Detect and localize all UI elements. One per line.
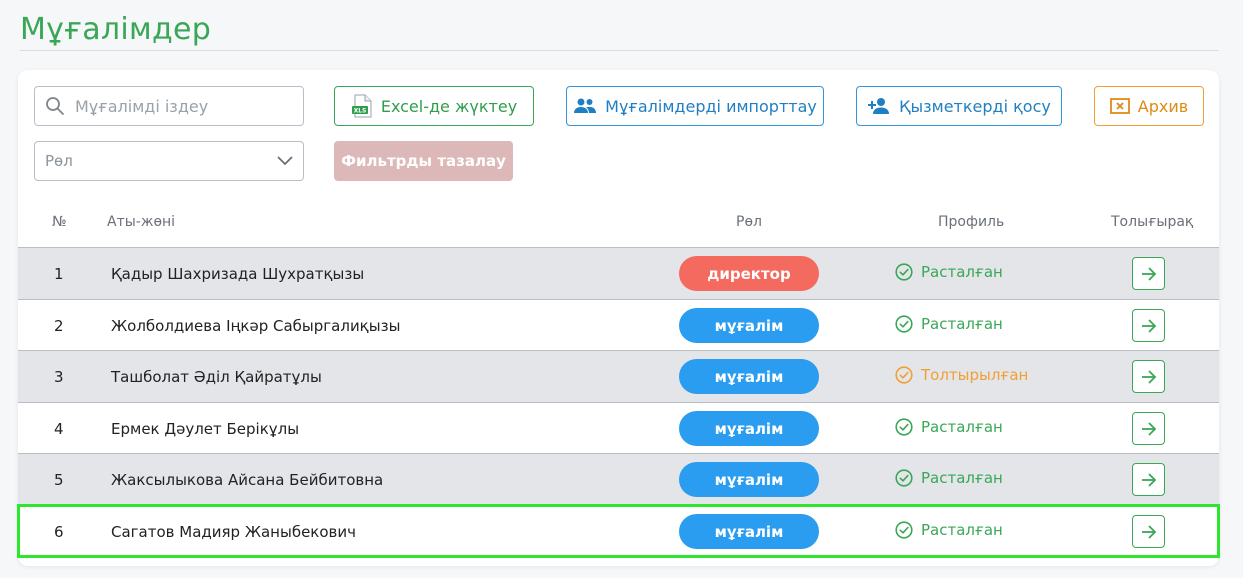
archive-box-icon <box>1109 98 1130 114</box>
arrow-right-icon <box>1141 524 1156 539</box>
search-input[interactable] <box>75 96 295 116</box>
col-name-header: Аты-жөні <box>107 214 176 230</box>
role-filter-placeholder: Рөл <box>45 152 73 170</box>
col-role-header: Рөл <box>736 214 762 230</box>
table-row[interactable]: 3 Ташболат Әділ Қайратұлы мұғалім Толтырылғ… <box>18 350 1219 402</box>
details-button[interactable] <box>1132 360 1165 393</box>
check-circle-icon <box>895 263 913 281</box>
row-number: 6 <box>54 523 64 541</box>
check-circle-icon <box>895 418 913 436</box>
archive-label: Архив <box>1137 96 1189 116</box>
arrow-right-icon <box>1141 318 1156 333</box>
role-badge: мұғалім <box>679 514 819 549</box>
arrow-right-icon <box>1141 369 1156 384</box>
table-row[interactable]: 6 Сагатов Мадияр Жаныбекович мұғалім Растал… <box>17 504 1220 558</box>
teacher-name: Ташболат Әділ Қайратұлы <box>111 368 322 386</box>
col-profile-header: Профиль <box>938 214 1005 230</box>
profile-status: Расталған <box>895 263 1003 281</box>
users-icon <box>574 98 597 113</box>
col-more-header: Толығырақ <box>1111 214 1194 230</box>
details-button[interactable] <box>1132 257 1165 290</box>
profile-status-label: Расталған <box>921 263 1003 281</box>
table-row[interactable]: 5 Жаксылыкова Айсана Бейбитовна мұғалім Рас… <box>18 453 1219 505</box>
role-badge: директор <box>679 256 819 291</box>
row-number: 2 <box>54 317 64 335</box>
teacher-name: Жаксылыкова Айсана Бейбитовна <box>111 471 384 489</box>
profile-status: Расталған <box>895 521 1003 539</box>
details-button[interactable] <box>1132 463 1165 496</box>
add-user-icon <box>868 98 890 114</box>
profile-status: Расталған <box>895 469 1003 487</box>
profile-status: Расталған <box>895 315 1003 333</box>
excel-download-button[interactable]: XLS Excel-де жүктеу <box>334 86 534 126</box>
profile-status-label: Расталған <box>921 469 1003 487</box>
profile-status-label: Толтырылған <box>921 366 1029 384</box>
search-box[interactable] <box>34 86 304 126</box>
row-number: 3 <box>54 368 64 386</box>
teacher-name: Жолболдиева Іңкәр Сабыргалиқызы <box>111 317 401 335</box>
row-number: 5 <box>54 471 64 489</box>
details-button[interactable] <box>1132 515 1165 548</box>
arrow-right-icon <box>1141 266 1156 281</box>
teacher-name: Сагатов Мадияр Жаныбекович <box>111 523 356 541</box>
role-badge: мұғалім <box>679 411 819 446</box>
role-badge: мұғалім <box>679 462 819 497</box>
details-button[interactable] <box>1132 412 1165 445</box>
page-title: Мұғалімдер <box>20 12 212 47</box>
details-button[interactable] <box>1132 309 1165 342</box>
teachers-card: XLS Excel-де жүктеу Мұғалімдерді импортт… <box>17 70 1220 566</box>
check-circle-icon <box>895 366 913 384</box>
svg-text:XLS: XLS <box>353 107 366 114</box>
add-employee-button[interactable]: Қызметкерді қосу <box>856 86 1062 126</box>
table-row[interactable]: 1 Қадыр Шахризада Шухратқызы директор Раста… <box>18 247 1219 299</box>
add-employee-label: Қызметкерді қосу <box>899 96 1051 116</box>
profile-status: Толтырылған <box>895 366 1028 384</box>
arrow-right-icon <box>1141 472 1156 487</box>
row-number: 4 <box>54 420 64 438</box>
arrow-right-icon <box>1141 421 1156 436</box>
xls-file-icon: XLS <box>351 94 372 118</box>
col-num-header: № <box>52 214 67 230</box>
import-teachers-button[interactable]: Мұғалімдерді импорттау <box>566 86 824 126</box>
chevron-down-icon <box>277 156 293 166</box>
search-icon <box>46 97 64 115</box>
clear-filters-button[interactable]: Фильтрды тазалау <box>334 141 513 181</box>
role-badge: мұғалім <box>679 308 819 343</box>
profile-status-label: Расталған <box>921 315 1003 333</box>
teacher-name: Қадыр Шахризада Шухратқызы <box>111 265 365 283</box>
role-badge: мұғалім <box>679 359 819 394</box>
profile-status: Расталған <box>895 418 1003 436</box>
check-circle-icon <box>895 521 913 539</box>
profile-status-label: Расталған <box>921 521 1003 539</box>
check-circle-icon <box>895 469 913 487</box>
table-row[interactable]: 2 Жолболдиева Іңкәр Сабыргалиқызы мұғалім Р… <box>18 299 1219 351</box>
row-number: 1 <box>54 265 64 283</box>
role-filter-select[interactable]: Рөл <box>34 141 304 181</box>
table-header: № Аты-жөні Рөл Профиль Толығырақ <box>18 201 1219 247</box>
check-circle-icon <box>895 315 913 333</box>
table-row[interactable]: 4 Ермек Дәулет Берікұлы мұғалім Расталған <box>18 402 1219 454</box>
profile-status-label: Расталған <box>921 418 1003 436</box>
teacher-name: Ермек Дәулет Берікұлы <box>111 420 300 438</box>
excel-download-label: Excel-де жүктеу <box>380 96 518 116</box>
import-teachers-label: Мұғалімдерді импорттау <box>605 96 817 116</box>
clear-filters-label: Фильтрды тазалау <box>341 152 506 170</box>
archive-button[interactable]: Архив <box>1094 86 1204 126</box>
title-divider <box>20 50 1219 51</box>
